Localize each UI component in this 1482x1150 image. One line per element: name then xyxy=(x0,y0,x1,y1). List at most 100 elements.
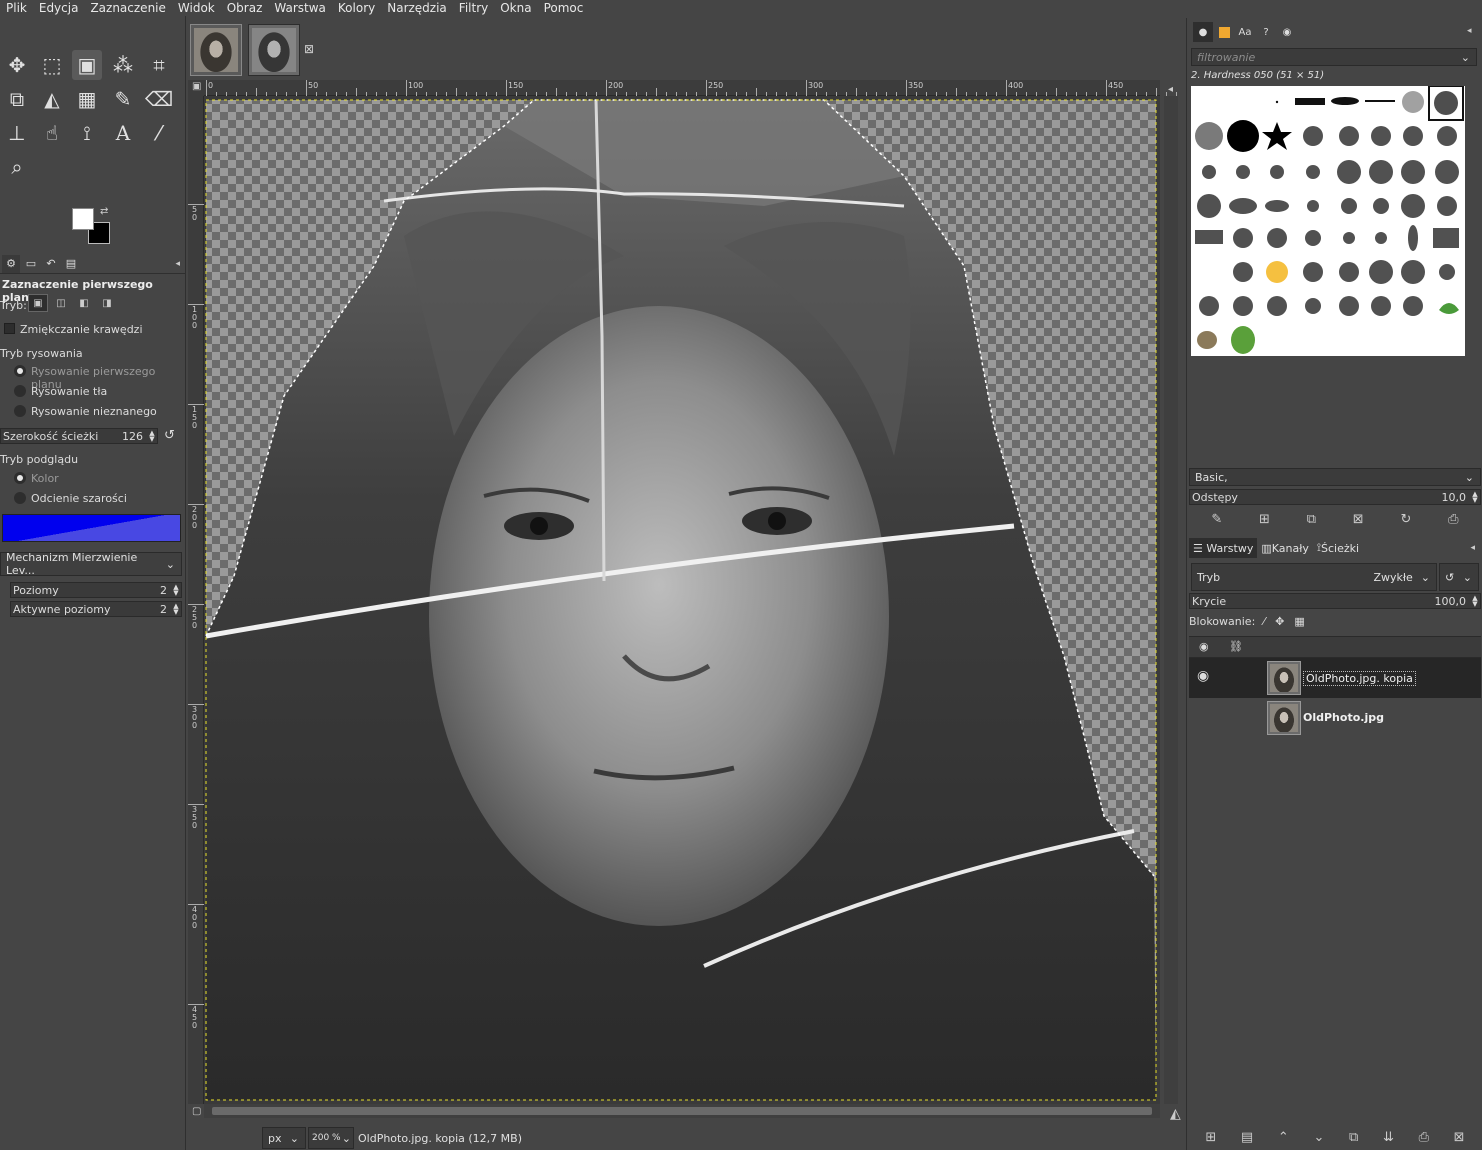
layer-composite-dropdown[interactable]: ↺ ⌄ xyxy=(1439,563,1479,591)
menu-windows[interactable]: Okna xyxy=(494,1,537,15)
layer-opacity-field[interactable]: Krycie 100,0 ▲ ▼ xyxy=(1189,593,1481,609)
fonts-tab-icon[interactable]: Aa xyxy=(1235,22,1255,42)
duplicate-brush-icon[interactable]: ⧉ xyxy=(1307,512,1316,527)
mode-replace-icon[interactable]: ▣ xyxy=(28,294,48,312)
preview-color-radio[interactable] xyxy=(14,472,26,484)
layer-row[interactable]: OldPhoto.jpg xyxy=(1189,698,1481,738)
image-tab-oldphoto-color[interactable] xyxy=(190,24,242,76)
help-tab-icon[interactable]: ? xyxy=(1256,22,1276,42)
refresh-brushes-icon[interactable]: ↻ xyxy=(1400,512,1411,527)
layer-mask-icon[interactable]: ⎙ xyxy=(1419,1130,1429,1145)
eye-icon[interactable]: ◉ xyxy=(1197,668,1209,684)
layer-name[interactable]: OldPhoto.jpg. kopia xyxy=(1303,671,1416,686)
antialias-checkbox[interactable] xyxy=(4,323,15,334)
lock-position-icon[interactable]: ✥ xyxy=(1275,615,1284,628)
zoom-dropdown[interactable]: 200 % ⌄ xyxy=(308,1127,354,1149)
image-tab-oldphoto-gray[interactable] xyxy=(248,24,300,76)
delete-brush-icon[interactable]: ⊠ xyxy=(1353,512,1364,527)
menu-edit[interactable]: Edycja xyxy=(33,1,85,15)
layer-opacity-spinner-icon[interactable]: ▲ ▼ xyxy=(1470,595,1480,608)
brush-as-image-icon[interactable]: ⎙ xyxy=(1448,512,1458,527)
horizontal-scrollbar-thumb[interactable] xyxy=(212,1107,1152,1115)
tab-paths[interactable]: ⟟ Ścieżki xyxy=(1313,538,1363,558)
raise-layer-icon[interactable]: ⌃ xyxy=(1278,1130,1289,1145)
fg-bg-colors[interactable]: ⇄ xyxy=(70,206,114,246)
unit-dropdown[interactable]: px ⌄ xyxy=(262,1127,306,1149)
mode-subtract-icon[interactable]: ◧ xyxy=(74,294,94,312)
menu-layer[interactable]: Warstwa xyxy=(268,1,332,15)
menu-help[interactable]: Pomoc xyxy=(538,1,590,15)
brushes-panel-menu-icon[interactable]: ◂ xyxy=(1467,26,1472,36)
crop-tool-icon[interactable]: ⌗ xyxy=(144,50,174,80)
horizontal-scrollbar[interactable] xyxy=(204,1104,1160,1118)
menu-image[interactable]: Obraz xyxy=(221,1,269,15)
stroke-width-spinner-icon[interactable]: ▲ ▼ xyxy=(147,430,157,443)
image-menu-icon[interactable]: ◂ xyxy=(1168,84,1173,95)
smudge-tool-icon[interactable]: ☝ xyxy=(37,118,67,148)
layers-panel-menu-icon[interactable]: ◂ xyxy=(1470,543,1475,553)
brush-filter-input[interactable]: filtrowanie ⌄ xyxy=(1191,48,1477,66)
paths-tool-icon[interactable]: ⟟ xyxy=(72,118,102,148)
move-tool-icon[interactable]: ✥ xyxy=(2,50,32,80)
dynamics-tab-icon[interactable]: ◉ xyxy=(1277,22,1297,42)
eraser-tool-icon[interactable]: ⌫ xyxy=(144,84,174,114)
brush-preset-dropdown[interactable]: Basic, ⌄ xyxy=(1189,468,1481,486)
brush-spacing-field[interactable]: Odstępy 10,0 ▲ ▼ xyxy=(1189,489,1481,505)
draw-foreground-radio[interactable] xyxy=(14,365,26,377)
menu-select[interactable]: Zaznaczenie xyxy=(84,1,171,15)
quick-mask-icon[interactable]: ▢ xyxy=(192,1106,201,1117)
merge-down-icon[interactable]: ⇊ xyxy=(1383,1130,1394,1145)
brush-grid[interactable] xyxy=(1191,85,1465,356)
color-picker-tool-icon[interactable]: ⁄ xyxy=(144,118,174,148)
menu-tools[interactable]: Narzędzia xyxy=(381,1,453,15)
mode-intersect-icon[interactable]: ◨ xyxy=(97,294,117,312)
clone-tool-icon[interactable]: ⊥ xyxy=(2,118,32,148)
menu-filters[interactable]: Filtry xyxy=(453,1,494,15)
image-canvas[interactable] xyxy=(204,96,1160,1104)
new-brush-icon[interactable]: ⊞ xyxy=(1259,512,1270,527)
preview-color-button[interactable] xyxy=(2,514,181,542)
bucket-fill-tool-icon[interactable]: ◭ xyxy=(37,84,67,114)
new-layer-group-icon[interactable]: ▤ xyxy=(1241,1130,1253,1145)
lock-alpha-icon[interactable]: ▦ xyxy=(1294,615,1304,628)
preview-grayscale-radio[interactable] xyxy=(14,492,26,504)
close-tab-icon[interactable]: ⊠ xyxy=(304,42,314,56)
device-status-tab-icon[interactable]: ▭ xyxy=(22,255,40,273)
tab-layers[interactable]: ☰ Warstwy xyxy=(1189,538,1258,558)
menu-file[interactable]: Plik xyxy=(0,1,33,15)
menu-view[interactable]: Widok xyxy=(172,1,221,15)
draw-unknown-radio[interactable] xyxy=(14,405,26,417)
zoom-tool-icon[interactable]: ⌕ xyxy=(2,152,32,182)
edit-brush-icon[interactable]: ✎ xyxy=(1211,512,1222,527)
duplicate-layer-icon[interactable]: ⧉ xyxy=(1349,1130,1358,1145)
swap-colors-icon[interactable]: ⇄ xyxy=(100,206,108,217)
foreground-color-swatch[interactable] xyxy=(72,208,94,230)
layer-row[interactable]: ◉ OldPhoto.jpg. kopia xyxy=(1189,658,1481,698)
navigate-icon[interactable]: ◭ xyxy=(1170,1106,1181,1122)
active-levels-spinner-icon[interactable]: ▲ ▼ xyxy=(171,603,181,616)
paintbrush-tool-icon[interactable]: ✎ xyxy=(108,84,138,114)
layer-mode-dropdown[interactable]: Tryb Zwykłe ⌄ xyxy=(1191,563,1437,591)
new-layer-icon[interactable]: ⊞ xyxy=(1205,1130,1216,1145)
layer-name[interactable]: OldPhoto.jpg xyxy=(1303,711,1384,724)
tab-channels[interactable]: ▥ Kanały xyxy=(1257,538,1313,558)
images-tab-icon[interactable]: ▤ xyxy=(62,255,80,273)
rect-select-tool-icon[interactable]: ⬚ xyxy=(37,50,67,80)
brushes-tab-icon[interactable]: ● xyxy=(1193,22,1213,42)
draw-background-radio[interactable] xyxy=(14,385,26,397)
tool-options-tab-icon[interactable]: ⚙ xyxy=(2,254,20,273)
engine-dropdown[interactable]: Mechanizm Mierzwienie Lev... ⌄ xyxy=(0,551,182,577)
foreground-select-tool-icon[interactable]: ▣ xyxy=(72,50,102,80)
vertical-scrollbar[interactable] xyxy=(1164,96,1178,1104)
fuzzy-select-tool-icon[interactable]: ⁂ xyxy=(108,50,138,80)
text-tool-icon[interactable]: A xyxy=(108,118,138,148)
stroke-width-field[interactable]: Szerokość ścieżki 126 ▲ ▼ xyxy=(0,428,158,444)
ruler-corner[interactable]: ▣ xyxy=(188,80,204,96)
mode-add-icon[interactable]: ◫ xyxy=(51,294,71,312)
lower-layer-icon[interactable]: ⌄ xyxy=(1313,1130,1324,1145)
delete-layer-icon[interactable]: ⊠ xyxy=(1454,1130,1465,1145)
patterns-tab-icon[interactable] xyxy=(1214,22,1234,42)
transform-tool-icon[interactable]: ⧉ xyxy=(2,84,32,114)
lock-pixels-icon[interactable]: ⁄ xyxy=(1263,615,1265,628)
levels-field[interactable]: Poziomy 2 ▲ ▼ xyxy=(10,582,182,598)
